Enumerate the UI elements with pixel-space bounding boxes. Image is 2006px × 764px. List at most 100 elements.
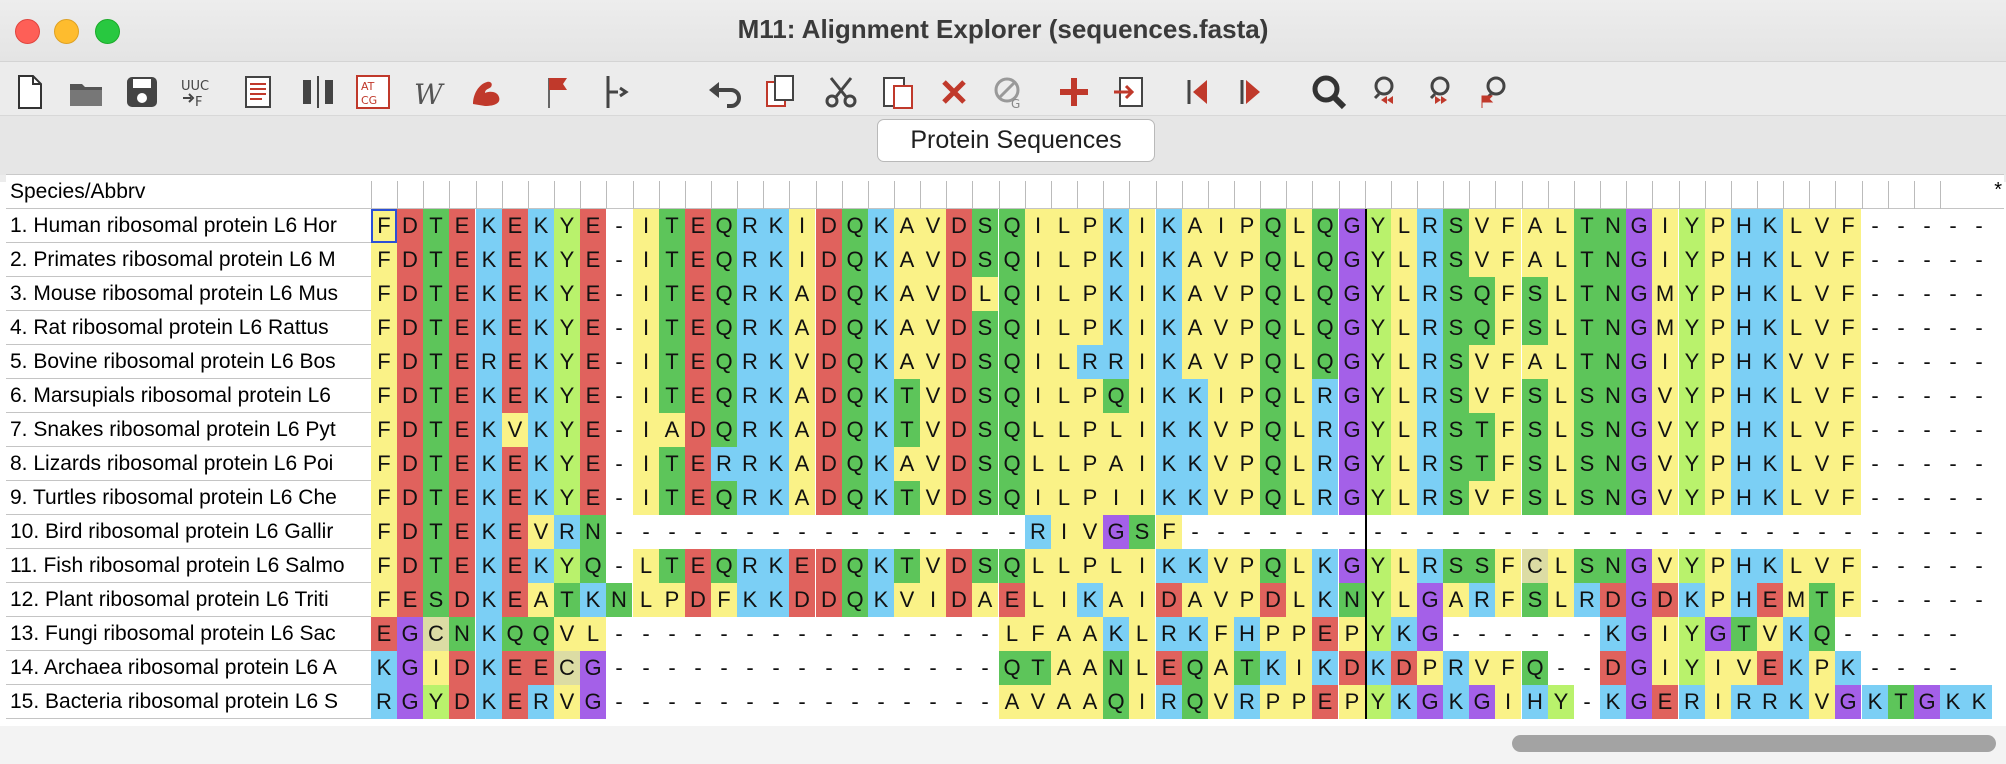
gap-cell[interactable]: - — [685, 515, 711, 549]
gap-cell[interactable]: - — [606, 481, 632, 515]
gap-cell[interactable]: - — [946, 685, 972, 719]
residue-cell[interactable]: S — [1522, 311, 1548, 345]
gap-cell[interactable]: - — [972, 515, 998, 549]
species-name[interactable]: 15. Bacteria ribosomal protein L6 S — [6, 685, 371, 719]
gap-cell[interactable]: - — [1234, 515, 1260, 549]
residue-cell[interactable]: Y — [1365, 447, 1391, 481]
residue-cell[interactable]: Q — [1260, 243, 1286, 277]
residue-cell[interactable]: H — [1731, 379, 1757, 413]
residue-cell[interactable]: Y — [1679, 617, 1705, 651]
sequence-row[interactable]: FDTEKEKYE-ITEQRKADQKAVDLQILPKIKAVPQLQGYL… — [371, 277, 2004, 311]
residue-cell[interactable]: P — [1705, 481, 1731, 515]
residue-cell[interactable]: D — [946, 413, 972, 447]
species-name[interactable]: 11. Fish ribosomal protein L6 Salmo — [6, 549, 371, 583]
residue-cell[interactable]: K — [1156, 447, 1182, 481]
residue-cell[interactable]: T — [659, 447, 685, 481]
gap-cell[interactable]: - — [1888, 583, 1914, 617]
residue-cell[interactable]: K — [1365, 651, 1391, 685]
residue-cell[interactable]: I — [789, 209, 815, 243]
residue-cell[interactable]: K — [1862, 685, 1888, 719]
residue-cell[interactable]: I — [1129, 311, 1155, 345]
residue-cell[interactable]: S — [972, 447, 998, 481]
residue-cell[interactable]: T — [1234, 651, 1260, 685]
residue-cell[interactable]: A — [999, 685, 1025, 719]
gap-cell[interactable]: - — [1862, 481, 1888, 515]
residue-cell[interactable]: P — [1705, 379, 1731, 413]
residue-cell[interactable]: F — [1835, 345, 1861, 379]
residue-cell[interactable]: I — [1129, 685, 1155, 719]
gap-cell[interactable]: - — [737, 617, 763, 651]
gap-cell[interactable]: - — [606, 277, 632, 311]
residue-cell[interactable]: R — [737, 311, 763, 345]
residue-cell[interactable]: S — [1443, 481, 1469, 515]
column-header-cell[interactable] — [1888, 181, 1889, 209]
residue-cell[interactable]: Q — [999, 651, 1025, 685]
residue-cell[interactable]: P — [1286, 617, 1312, 651]
residue-cell[interactable]: L — [1051, 481, 1077, 515]
residue-cell[interactable]: P — [1809, 651, 1835, 685]
residue-cell[interactable]: T — [894, 481, 920, 515]
save-icon[interactable] — [119, 67, 165, 117]
gap-cell[interactable]: - — [946, 651, 972, 685]
residue-cell[interactable]: V — [1652, 447, 1678, 481]
residue-cell[interactable]: Q — [1260, 481, 1286, 515]
sequence-row[interactable]: KGIDKEECG---------------QTAANLEQATKIKDKD… — [371, 651, 2004, 685]
residue-cell[interactable]: D — [1652, 583, 1678, 617]
sequence-row[interactable]: FDTEKEKYE-ITEQRKADQKTVDSQILPQIKKIPQLRGYL… — [371, 379, 2004, 413]
residue-cell[interactable]: Y — [1679, 651, 1705, 685]
residue-cell[interactable]: F — [1835, 583, 1861, 617]
column-icon[interactable] — [295, 67, 341, 117]
residue-cell[interactable]: E — [580, 345, 606, 379]
residue-cell[interactable]: A — [972, 583, 998, 617]
residue-cell[interactable]: H — [1731, 311, 1757, 345]
residue-cell[interactable]: N — [580, 515, 606, 549]
residue-cell[interactable]: I — [633, 209, 659, 243]
residue-cell[interactable]: A — [1443, 583, 1469, 617]
column-header-cell[interactable] — [1103, 181, 1104, 209]
gap-cell[interactable]: - — [1731, 515, 1757, 549]
residue-cell[interactable]: Q — [842, 583, 868, 617]
residue-cell[interactable]: L — [1025, 447, 1051, 481]
residue-cell[interactable]: L — [1286, 209, 1312, 243]
residue-cell[interactable]: P — [1286, 685, 1312, 719]
residue-cell[interactable]: L — [972, 277, 998, 311]
residue-cell[interactable]: H — [1731, 243, 1757, 277]
residue-cell[interactable]: Y — [554, 413, 580, 447]
residue-cell[interactable]: K — [1156, 277, 1182, 311]
column-header-cell[interactable] — [1783, 181, 1784, 209]
residue-cell[interactable]: D — [816, 209, 842, 243]
residue-cell[interactable]: L — [580, 617, 606, 651]
residue-cell[interactable]: I — [1208, 209, 1234, 243]
gap-cell[interactable]: - — [1443, 515, 1469, 549]
residue-cell[interactable]: K — [476, 617, 502, 651]
residue-cell[interactable]: L — [1391, 277, 1417, 311]
residue-cell[interactable]: V — [1652, 413, 1678, 447]
residue-cell[interactable]: Q — [580, 549, 606, 583]
residue-cell[interactable]: R — [1312, 481, 1338, 515]
residue-cell[interactable]: D — [397, 549, 423, 583]
residue-cell[interactable]: K — [1757, 243, 1783, 277]
species-name[interactable]: 14. Archaea ribosomal protein L6 A — [6, 651, 371, 685]
residue-cell[interactable]: M — [1652, 311, 1678, 345]
gap-cell[interactable]: - — [894, 685, 920, 719]
residue-cell[interactable]: S — [1522, 447, 1548, 481]
residue-cell[interactable]: H — [1731, 345, 1757, 379]
residue-cell[interactable]: I — [633, 413, 659, 447]
residue-cell[interactable]: Y — [1679, 447, 1705, 481]
column-header-cell[interactable] — [1757, 181, 1758, 209]
residue-cell[interactable]: E — [685, 311, 711, 345]
residue-cell[interactable]: A — [1077, 651, 1103, 685]
residue-cell[interactable]: E — [449, 413, 475, 447]
column-header-cell[interactable] — [1391, 181, 1392, 209]
residue-cell[interactable]: S — [1574, 379, 1600, 413]
residue-cell[interactable]: L — [1286, 447, 1312, 481]
residue-cell[interactable]: K — [1182, 447, 1208, 481]
gap-cell[interactable]: - — [1783, 515, 1809, 549]
gap-cell[interactable]: - — [1888, 413, 1914, 447]
residue-cell[interactable]: I — [423, 651, 449, 685]
residue-cell[interactable]: R — [737, 413, 763, 447]
residue-cell[interactable]: K — [868, 277, 894, 311]
gap-cell[interactable]: - — [711, 651, 737, 685]
residue-cell[interactable]: L — [1051, 345, 1077, 379]
residue-cell[interactable]: K — [1156, 345, 1182, 379]
